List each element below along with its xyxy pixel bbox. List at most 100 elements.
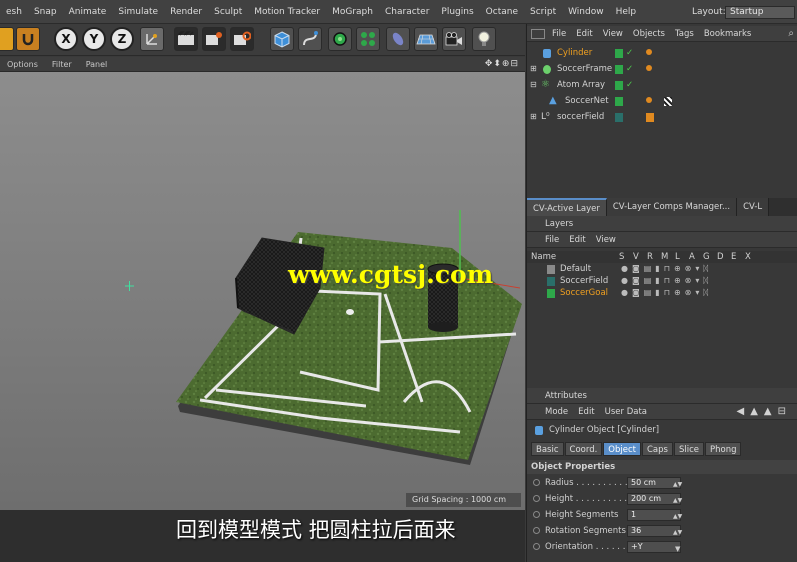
layer-row-soccerfield[interactable]: SoccerField ●◙▤▮⊓⊕⊗▾ᛞ: [527, 275, 797, 287]
spinner-icon[interactable]: ▲▼: [673, 526, 682, 540]
chevron-down-icon[interactable]: ▼: [675, 542, 680, 556]
magnet-icon[interactable]: [16, 27, 40, 51]
tag-icon[interactable]: [646, 113, 654, 122]
tag-icon[interactable]: [646, 49, 652, 55]
spinner-icon[interactable]: ▲▼: [673, 510, 682, 524]
deformer-icon[interactable]: [386, 27, 410, 51]
watermark-text: www.cgtsj.com: [288, 260, 494, 289]
menu-window[interactable]: Window: [562, 7, 610, 17]
z-axis-lock-button[interactable]: Z: [110, 27, 134, 51]
texture-tag-icon[interactable]: [664, 97, 672, 106]
cylinder-object-icon: [543, 49, 551, 58]
object-row-atom-array[interactable]: ⊟ ⚛ Atom Array ✓: [527, 77, 797, 93]
attr-tab-object[interactable]: Object: [603, 442, 641, 456]
object-row-cylinder[interactable]: Cylinder ✓: [527, 45, 797, 61]
attributes-menu-user-data[interactable]: User Data: [600, 407, 652, 417]
expand-icon[interactable]: ⊞: [530, 109, 537, 125]
spline-pen-icon[interactable]: [298, 27, 322, 51]
attributes-nav-icons[interactable]: ◀▲▲⊟: [737, 406, 792, 417]
menu-character[interactable]: Character: [379, 7, 435, 17]
menu-render[interactable]: Render: [164, 7, 208, 17]
attr-tab-caps[interactable]: Caps: [641, 442, 673, 456]
attr-tab-phong[interactable]: Phong: [704, 442, 742, 456]
layers-menu-view[interactable]: View: [591, 235, 621, 245]
attributes-menu-edit[interactable]: Edit: [573, 407, 599, 417]
menu-plugins[interactable]: Plugins: [435, 7, 479, 17]
animate-dot-icon[interactable]: [533, 527, 540, 534]
layers-menu: File Edit View: [527, 232, 797, 248]
attr-tab-coord[interactable]: Coord.: [564, 442, 603, 456]
object-row-soccernet[interactable]: ▲ SoccerNet: [527, 93, 797, 109]
x-axis-lock-button[interactable]: X: [54, 27, 78, 51]
orientation-dropdown[interactable]: +Y: [627, 541, 681, 553]
layer-color-chip: [615, 81, 623, 90]
search-icon[interactable]: ⌕: [788, 28, 794, 39]
live-selection-icon[interactable]: [0, 27, 14, 51]
spinner-icon[interactable]: ▲▼: [673, 478, 682, 492]
collapse-icon[interactable]: ⊟: [530, 77, 537, 93]
attr-tab-slice[interactable]: Slice: [673, 442, 704, 456]
objects-menu-file[interactable]: File: [547, 29, 571, 39]
viewport-navigation-icons[interactable]: ✥⬍⊕⊟: [485, 59, 519, 69]
layers-menu-file[interactable]: File: [527, 235, 564, 245]
tab-cv-l[interactable]: CV-L: [737, 198, 770, 216]
animate-dot-icon[interactable]: [533, 511, 540, 518]
menu-octane[interactable]: Octane: [480, 7, 524, 17]
layer-toggle-icons[interactable]: ●◙▤▮⊓⊕⊗▾ᛞ: [621, 263, 712, 275]
menu-motion-tracker[interactable]: Motion Tracker: [248, 7, 326, 17]
layer-row-soccergoal[interactable]: SoccerGoal ●◙▤▮⊓⊕⊗▾ᛞ: [527, 287, 797, 299]
objects-menu-view[interactable]: View: [598, 29, 628, 39]
object-row-soccerfield[interactable]: ⊞ L⁰ soccerField: [527, 109, 797, 125]
objects-menu-tags[interactable]: Tags: [670, 29, 699, 39]
prop-orientation: Orientation . . . . . . +Y ▼: [527, 540, 797, 554]
floor-icon[interactable]: [414, 27, 438, 51]
objects-menu-edit[interactable]: Edit: [571, 29, 597, 39]
prop-rotation-segments: Rotation Segments 36 ▲▼: [527, 524, 797, 538]
tab-cv-active-layer[interactable]: CV-Active Layer: [527, 198, 607, 216]
nurbs-icon[interactable]: [328, 27, 352, 51]
expand-icon[interactable]: ⊞: [530, 61, 537, 77]
layout-dropdown[interactable]: Startup: [725, 6, 795, 19]
enabled-check-icon[interactable]: ✓: [626, 61, 633, 77]
attr-tab-basic[interactable]: Basic: [531, 442, 564, 456]
menu-help[interactable]: Help: [610, 7, 643, 17]
cube-icon[interactable]: [270, 27, 294, 51]
menu-simulate[interactable]: Simulate: [112, 7, 164, 17]
camera-icon[interactable]: [442, 27, 466, 51]
layer-toggle-icons[interactable]: ●◙▤▮⊓⊕⊗▾ᛞ: [621, 275, 712, 287]
layers-menu-edit[interactable]: Edit: [564, 235, 590, 245]
render-view-icon[interactable]: [174, 27, 198, 51]
enabled-check-icon[interactable]: ✓: [626, 45, 633, 61]
layer-row-default[interactable]: Default ●◙▤▮⊓⊕⊗▾ᛞ: [527, 263, 797, 275]
attributes-menu-mode[interactable]: Mode: [527, 407, 573, 417]
tag-icon[interactable]: [646, 97, 652, 103]
tab-cv-layer-comps-manager[interactable]: CV-Layer Comps Manager...: [606, 198, 738, 216]
menu-mograph[interactable]: MoGraph: [326, 7, 379, 17]
enabled-check-icon[interactable]: ✓: [626, 77, 633, 93]
render-settings-icon[interactable]: [230, 27, 254, 51]
menu-mesh[interactable]: esh: [0, 7, 28, 17]
y-axis-lock-button[interactable]: Y: [82, 27, 106, 51]
spinner-icon[interactable]: ▲▼: [673, 494, 682, 508]
layer-name: Default: [560, 264, 592, 274]
cloner-icon[interactable]: [356, 27, 380, 51]
objects-menu-objects[interactable]: Objects: [628, 29, 670, 39]
animate-dot-icon[interactable]: [533, 495, 540, 502]
light-bulb-icon[interactable]: [472, 27, 496, 51]
viewport-menu-options[interactable]: Options: [0, 60, 45, 69]
object-row-soccerframe[interactable]: ⊞ SoccerFrame ✓: [527, 61, 797, 77]
viewport-menu-filter[interactable]: Filter: [45, 60, 79, 69]
viewport-menu-panel[interactable]: Panel: [79, 60, 115, 69]
menu-animate[interactable]: Animate: [63, 7, 113, 17]
animate-dot-icon[interactable]: [533, 543, 540, 550]
menu-snap[interactable]: Snap: [28, 7, 63, 17]
perspective-viewport[interactable]: www.cgtsj.com Grid Spacing : 1000 cm: [0, 72, 525, 510]
coordinate-system-icon[interactable]: [140, 27, 164, 51]
tag-icon[interactable]: [646, 65, 652, 71]
render-picture-viewer-icon[interactable]: [202, 27, 226, 51]
menu-script[interactable]: Script: [524, 7, 562, 17]
animate-dot-icon[interactable]: [533, 479, 540, 486]
menu-sculpt[interactable]: Sculpt: [208, 7, 248, 17]
objects-menu-bookmarks[interactable]: Bookmarks: [699, 29, 757, 39]
layer-toggle-icons[interactable]: ●◙▤▮⊓⊕⊗▾ᛞ: [621, 287, 712, 299]
